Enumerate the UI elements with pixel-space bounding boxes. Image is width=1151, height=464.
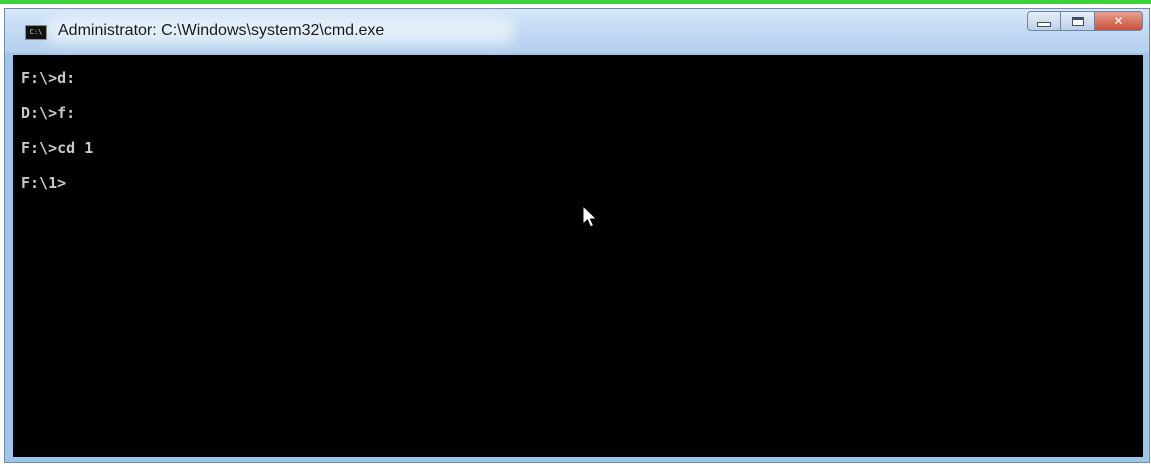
mouse-pointer-icon [582,205,598,228]
window-controls: ✕ [1027,11,1143,33]
close-icon: ✕ [1113,14,1124,28]
title-bar[interactable]: C:\ Administrator: C:\Windows\system32\c… [5,9,1149,53]
screen: C:\ Administrator: C:\Windows\system32\c… [0,0,1151,464]
top-accent-bar [0,0,1151,4]
console-prompt[interactable]: F:\1> [21,174,66,192]
window-title: Administrator: C:\Windows\system32\cmd.e… [58,22,385,39]
maximize-icon [1071,16,1084,26]
maximize-button[interactable] [1061,11,1095,31]
console-line: F:\>d: [21,69,76,87]
console-line: D:\>f: [21,104,76,122]
minimize-icon [1037,21,1051,27]
cmd-window: C:\ Administrator: C:\Windows\system32\c… [4,8,1150,463]
minimize-button[interactable] [1027,11,1061,31]
cmd-app-icon[interactable]: C:\ [25,25,47,40]
console-line: F:\>cd 1 [21,139,94,157]
close-button[interactable]: ✕ [1095,11,1143,31]
console-output[interactable]: F:\>d: D:\>f: F:\>cd 1 F:\1> [13,55,1143,457]
